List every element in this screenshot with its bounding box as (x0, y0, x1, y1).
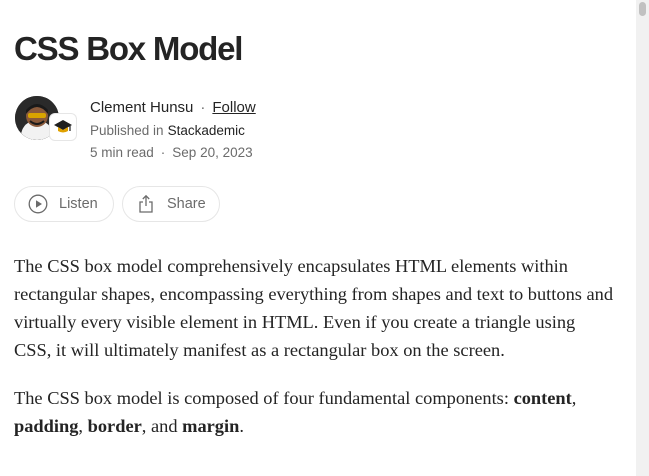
article-body: The CSS box model comprehensively encaps… (14, 252, 614, 440)
read-time: 5 min read (90, 144, 154, 160)
publication-link[interactable]: Stackademic (168, 123, 245, 138)
follow-link[interactable]: Follow (212, 99, 255, 116)
share-icon (136, 194, 156, 214)
term-border: border (87, 416, 142, 436)
article-title: CSS Box Model (14, 30, 243, 67)
author-meta: Clement Hunsu · Follow Published in Stac… (90, 97, 256, 161)
article-actions: Listen Share (14, 186, 220, 222)
publish-date: Sep 20, 2023 (172, 144, 253, 160)
published-in-label: Published in (90, 122, 164, 138)
period: . (239, 416, 244, 436)
and-text: , and (141, 416, 183, 436)
name-separator: · (200, 98, 206, 116)
term-padding: padding (14, 416, 79, 436)
vertical-scrollbar[interactable] (636, 0, 649, 476)
graduation-cap-icon (54, 120, 72, 133)
listen-label: Listen (59, 196, 98, 212)
listen-button[interactable]: Listen (14, 186, 114, 222)
play-circle-icon (28, 194, 48, 214)
term-margin: margin (182, 416, 240, 436)
article-page: CSS Box Model Clement Hunsu · Follow Pub… (0, 0, 636, 476)
comma: , (78, 416, 88, 436)
date-separator: · (160, 144, 166, 160)
scrollbar-thumb[interactable] (639, 2, 646, 16)
comma: , (571, 388, 577, 408)
body-paragraph-2: The CSS box model is composed of four fu… (14, 384, 614, 440)
share-label: Share (167, 196, 206, 212)
author-name[interactable]: Clement Hunsu (90, 99, 193, 116)
publication-badge[interactable] (50, 114, 76, 140)
share-button[interactable]: Share (122, 186, 220, 222)
term-content: content (513, 388, 572, 408)
paragraph-2-intro: The CSS box model is composed of four fu… (14, 388, 509, 408)
body-paragraph-1: The CSS box model comprehensively encaps… (14, 256, 614, 360)
